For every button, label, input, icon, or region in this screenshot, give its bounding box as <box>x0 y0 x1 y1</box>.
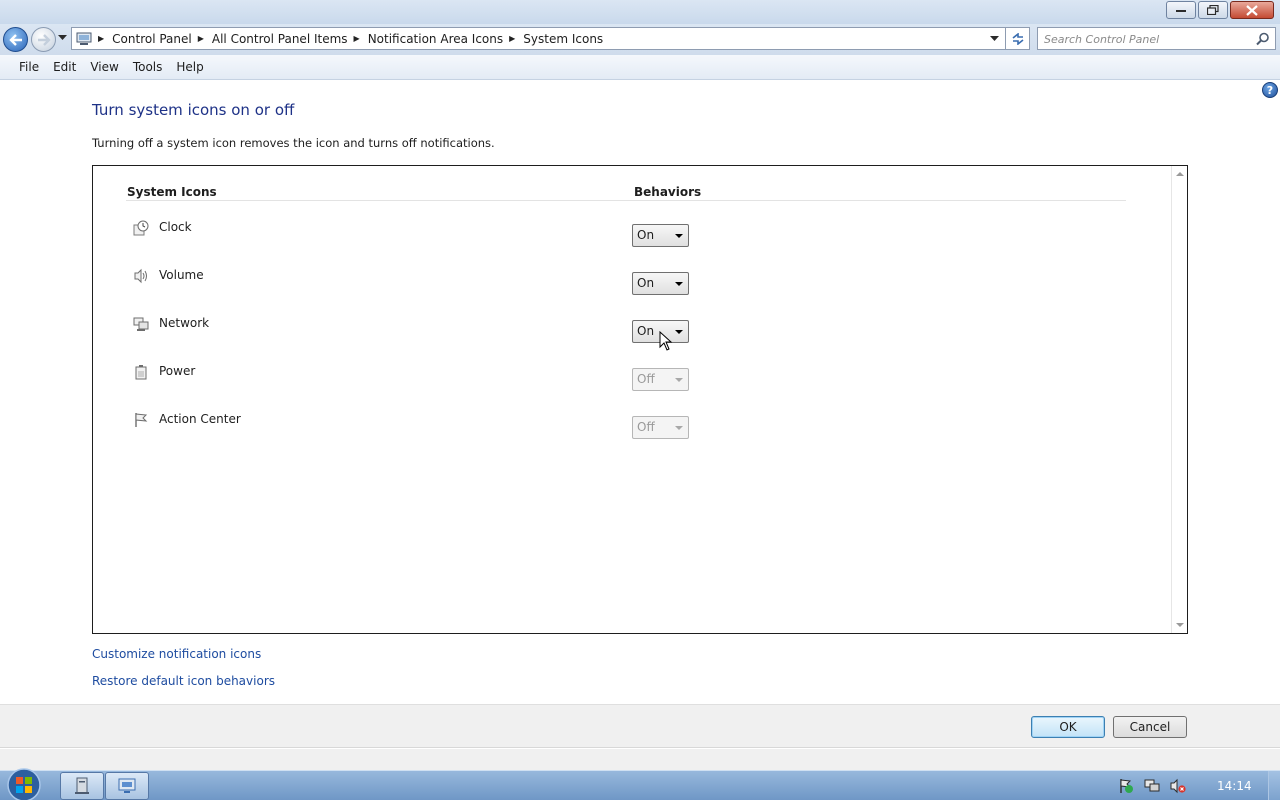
breadcrumb-separator-icon[interactable]: ▶ <box>198 34 204 43</box>
chevron-down-icon <box>675 282 683 286</box>
system-icon-row-action-center: Action Center Off <box>93 409 1093 457</box>
address-box[interactable]: ▶ Control Panel ▶ All Control Panel Item… <box>71 27 1006 50</box>
breadcrumb-separator-icon[interactable]: ▶ <box>509 34 515 43</box>
chevron-down-icon <box>675 234 683 238</box>
system-icon-label: Network <box>159 316 210 330</box>
restore-icon <box>1207 5 1219 15</box>
window-controls <box>1166 1 1274 19</box>
refresh-button[interactable] <box>1006 27 1030 50</box>
search-input[interactable] <box>1044 29 1254 49</box>
close-icon <box>1246 4 1258 16</box>
system-icon-row-network: Network On <box>93 313 1093 361</box>
behavior-select-value: On <box>637 276 655 290</box>
search-box[interactable] <box>1037 27 1276 50</box>
back-button[interactable] <box>3 27 28 52</box>
volume-muted-icon[interactable] <box>1170 778 1186 794</box>
restore-button[interactable] <box>1198 1 1228 19</box>
network-icon <box>133 317 149 331</box>
status-bar <box>0 749 1280 770</box>
help-icon[interactable]: ? <box>1262 82 1278 98</box>
behavior-select-value: On <box>637 228 655 242</box>
navigation-bar: ▶ Control Panel ▶ All Control Panel Item… <box>0 24 1280 55</box>
breadcrumb-control-panel[interactable]: Control Panel <box>112 32 192 46</box>
behavior-select-volume[interactable]: On <box>632 272 689 295</box>
menu-file[interactable]: File <box>12 60 46 74</box>
behavior-select-value: Off <box>637 372 655 386</box>
system-icon-row-volume: Volume On <box>93 265 1093 313</box>
minimize-icon <box>1176 10 1186 12</box>
action-center-flag-icon[interactable] <box>1118 778 1134 794</box>
taskbar: 14:14 <box>0 767 1280 800</box>
start-button[interactable] <box>2 767 46 800</box>
header-divider <box>126 200 1126 201</box>
behavior-select-value: On <box>637 324 655 338</box>
breadcrumb-system-icons[interactable]: System Icons <box>523 32 603 46</box>
scroll-down-arrow-icon[interactable] <box>1176 623 1184 627</box>
dialog-footer: OK Cancel <box>0 704 1280 748</box>
behavior-select-clock[interactable]: On <box>632 224 689 247</box>
search-icon[interactable] <box>1256 32 1270 46</box>
page-title: Turn system icons on or off <box>92 101 295 119</box>
system-icon-label: Volume <box>159 268 204 282</box>
ok-button[interactable]: OK <box>1031 716 1105 738</box>
breadcrumb-separator-icon[interactable]: ▶ <box>354 34 360 43</box>
system-icon-row-clock: Clock On <box>93 217 1093 265</box>
breadcrumb-all-items[interactable]: All Control Panel Items <box>212 32 348 46</box>
restore-default-behaviors-link[interactable]: Restore default icon behaviors <box>92 674 275 688</box>
power-icon <box>135 365 147 380</box>
customize-notification-icons-link[interactable]: Customize notification icons <box>92 647 261 661</box>
chevron-down-icon <box>675 330 683 334</box>
recent-pages-dropdown-icon[interactable] <box>58 35 67 41</box>
menu-tools[interactable]: Tools <box>126 60 170 74</box>
cancel-button[interactable]: Cancel <box>1113 716 1187 738</box>
list-scrollbar[interactable] <box>1171 166 1187 633</box>
taskbar-clock[interactable]: 14:14 <box>1217 779 1252 793</box>
show-desktop-button[interactable] <box>1268 771 1280 800</box>
computer-icon <box>76 32 92 45</box>
system-icon-label: Action Center <box>159 412 241 426</box>
close-button[interactable] <box>1230 1 1274 19</box>
network-tray-icon[interactable] <box>1144 778 1160 794</box>
behavior-select-power: Off <box>632 368 689 391</box>
forward-arrow-icon <box>37 33 51 46</box>
clock-icon <box>133 220 149 236</box>
chevron-down-icon <box>675 378 683 382</box>
forward-button[interactable] <box>31 27 56 52</box>
menu-help[interactable]: Help <box>169 60 210 74</box>
page-description: Turning off a system icon removes the ic… <box>92 136 495 150</box>
window-title-bar <box>0 0 1280 24</box>
behavior-select-action-center: Off <box>632 416 689 439</box>
server-icon <box>75 777 89 794</box>
refresh-icon <box>1012 32 1023 45</box>
menu-bar: File Edit View Tools Help <box>0 55 1280 80</box>
menu-view[interactable]: View <box>83 60 125 74</box>
system-tray <box>1118 778 1186 794</box>
column-header-behaviors: Behaviors <box>634 185 702 199</box>
system-icon-row-power: Power Off <box>93 361 1093 409</box>
breadcrumb-separator-icon[interactable]: ▶ <box>98 34 104 43</box>
control-panel-icon <box>118 778 136 793</box>
system-icons-list: System Icons Behaviors Clock On Volume O… <box>92 165 1188 634</box>
back-arrow-icon <box>8 33 22 46</box>
address-dropdown-icon[interactable] <box>990 36 999 42</box>
minimize-button[interactable] <box>1166 1 1196 19</box>
chevron-down-icon <box>675 426 683 430</box>
breadcrumb-notification-area-icons[interactable]: Notification Area Icons <box>368 32 503 46</box>
taskbar-control-panel[interactable] <box>105 772 149 800</box>
mouse-cursor-icon <box>659 331 673 351</box>
system-icon-label: Power <box>159 364 196 378</box>
volume-icon <box>134 268 147 284</box>
flag-icon <box>135 413 148 427</box>
column-header-system-icons: System Icons <box>127 185 217 199</box>
system-icon-label: Clock <box>159 220 192 234</box>
behavior-select-value: Off <box>637 420 655 434</box>
taskbar-server-manager[interactable] <box>60 772 104 800</box>
menu-edit[interactable]: Edit <box>46 60 83 74</box>
scroll-up-arrow-icon[interactable] <box>1176 172 1184 176</box>
